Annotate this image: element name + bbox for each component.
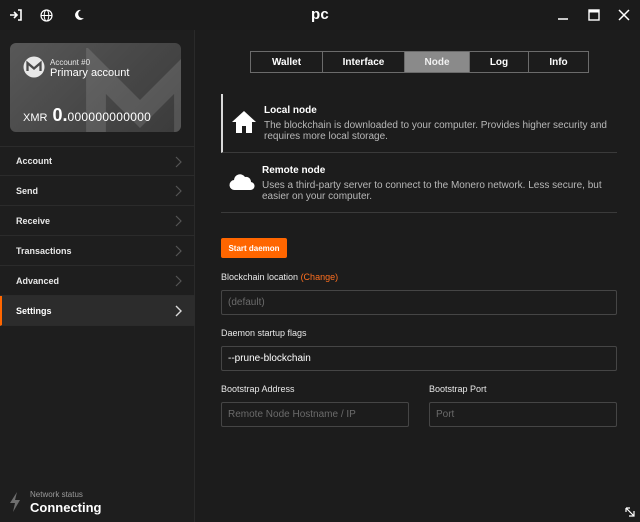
tab-log[interactable]: Log [470,52,529,72]
settings-tabs: Wallet Interface Node Log Info [250,51,589,73]
sidebar-item-receive[interactable]: Receive [0,206,195,236]
network-status-value: Connecting [30,500,102,515]
blockchain-location-field[interactable]: (default) [221,290,617,315]
currency-label: XMR [23,112,48,124]
close-icon[interactable] [613,4,635,26]
bootstrap-port-field[interactable]: Port [429,402,617,427]
minimize-icon[interactable] [552,4,574,26]
remote-node-title: Remote node [262,165,326,176]
cloud-icon [229,174,255,191]
bootstrap-address-label: Bootstrap Address [221,384,295,394]
settings-panel: Wallet Interface Node Log Info Local nod… [196,30,640,522]
tab-info[interactable]: Info [529,52,588,72]
sidebar-menu: Account Send Receive Transactions Advanc… [0,146,195,326]
change-location-link[interactable]: (Change) [301,272,339,282]
sidebar-item-label: Receive [16,215,51,226]
tab-interface[interactable]: Interface [323,52,405,72]
tab-node[interactable]: Node [405,52,470,72]
bootstrap-port-placeholder: Port [436,409,455,420]
remote-node-description: Uses a third-party server to connect to … [262,180,602,202]
account-balance: XMR 0. 000000000000 [23,105,151,126]
blockchain-location-label: Blockchain location (Change) [221,272,338,282]
sidebar-item-settings[interactable]: Settings [0,296,195,326]
sidebar-item-send[interactable]: Send [0,176,195,206]
sidebar-item-label: Advanced [16,275,60,286]
daemon-flags-field[interactable]: --prune-blockchain [221,346,617,371]
sidebar-item-label: Settings [16,305,52,316]
chevron-right-icon [175,245,182,257]
network-status-label: Network status [30,490,83,499]
account-number: Account #0 [50,58,91,67]
blockchain-location-value: (default) [228,297,265,308]
account-card[interactable]: Account #0 Primary account XMR 0. 000000… [10,43,181,132]
chevron-right-icon [175,156,182,168]
chevron-right-icon [175,305,182,317]
sidebar-item-account[interactable]: Account [0,146,195,176]
bootstrap-address-field[interactable]: Remote Node Hostname / IP [221,402,409,427]
resize-grip-icon[interactable] [624,506,636,518]
balance-decimals: 000000000000 [67,110,152,124]
local-node-description: The blockchain is downloaded to your com… [264,120,607,142]
sidebar-item-label: Send [16,185,39,196]
window-title: pc [310,6,330,23]
bootstrap-port-label: Bootstrap Port [429,384,487,394]
chevron-right-icon [175,185,182,197]
daemon-flags-value: --prune-blockchain [228,353,311,364]
balance-integer: 0. [52,105,68,125]
sidebar-item-label: Transactions [16,245,72,256]
blockchain-location-label-text: Blockchain location [221,272,299,282]
tab-wallet[interactable]: Wallet [251,52,323,72]
remote-node-option[interactable]: Remote node Uses a third-party server to… [221,154,617,213]
title-bar: pc [0,0,640,30]
maximize-icon[interactable] [583,4,605,26]
local-node-title: Local node [264,105,317,116]
sidebar-item-label: Account [16,156,52,166]
home-icon [232,111,256,133]
monero-logo-icon [23,56,45,78]
chevron-right-icon [175,215,182,227]
lightning-icon [10,492,20,512]
daemon-flags-label: Daemon startup flags [221,328,307,338]
chevron-right-icon [175,275,182,287]
bootstrap-address-placeholder: Remote Node Hostname / IP [228,409,356,420]
sidebar-item-advanced[interactable]: Advanced [0,266,195,296]
start-daemon-button[interactable]: Start daemon [221,238,287,258]
local-node-option[interactable]: Local node The blockchain is downloaded … [221,94,617,153]
left-panel: Account #0 Primary account XMR 0. 000000… [0,30,195,522]
account-name: Primary account [50,67,130,79]
sidebar-item-transactions[interactable]: Transactions [0,236,195,266]
